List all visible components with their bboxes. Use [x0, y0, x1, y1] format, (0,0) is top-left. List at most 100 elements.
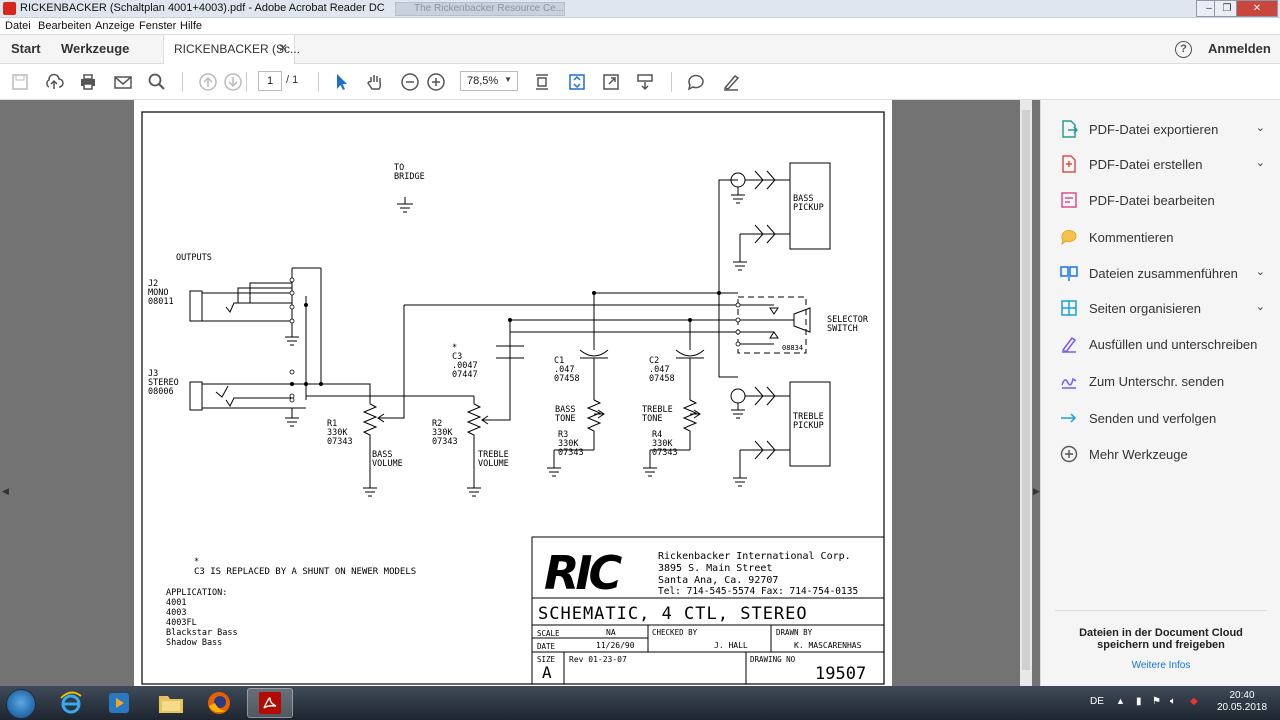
- c3-shunt-note: C3 IS REPLACED BY A SHUNT ON NEWER MODEL…: [194, 567, 416, 577]
- fill-sign-item[interactable]: Ausfüllen und unterschreiben: [1059, 332, 1277, 356]
- zoom-out-icon[interactable]: [399, 71, 421, 93]
- tab-start[interactable]: Start: [11, 41, 41, 56]
- j3-label: J3 STEREO 08006: [148, 369, 179, 397]
- drawn-by-value: K. MASCARENHAS: [794, 641, 862, 650]
- schematic-drawing: TO BRIDGE OUTPUTS J2 MONO 08011 J3 STEREO 080…: [141, 111, 885, 685]
- comment-tool-icon[interactable]: [685, 71, 707, 93]
- edit-pdf-icon: [1059, 191, 1079, 209]
- export-pdf-item[interactable]: PDF-Datei exportieren ⌄: [1059, 117, 1277, 141]
- company-address: Rickenbacker International Corp. 3895 S.…: [658, 551, 858, 597]
- chevron-down-icon[interactable]: ⌄: [1256, 300, 1265, 313]
- select-cursor-icon[interactable]: [330, 71, 352, 93]
- comment-item[interactable]: Kommentieren: [1059, 225, 1277, 249]
- send-for-signature-item[interactable]: Zum Unterschr. senden: [1059, 369, 1277, 393]
- collapse-right-panel-icon[interactable]: ▶: [1033, 486, 1040, 497]
- language-indicator[interactable]: DE: [1090, 696, 1104, 707]
- search-icon[interactable]: [146, 71, 168, 93]
- toolbar-separator: [318, 72, 319, 92]
- page-number-input[interactable]: 1: [258, 71, 282, 91]
- zoom-level-dropdown[interactable]: 78,5% ▼: [460, 71, 518, 91]
- menu-anzeige[interactable]: Anzeige: [95, 20, 135, 32]
- fit-page-icon[interactable]: [531, 71, 553, 93]
- scale-label: SCALE: [537, 629, 560, 638]
- to-bridge-label: TO BRIDGE: [394, 163, 425, 182]
- show-hidden-icons-icon[interactable]: ▲: [1116, 696, 1125, 706]
- hand-tool-icon[interactable]: [364, 71, 386, 93]
- selector-part-label: 08834: [782, 344, 803, 352]
- combine-files-item[interactable]: Dateien zusammenführen ⌄: [1059, 261, 1277, 285]
- page-total: / 1: [286, 74, 299, 86]
- edit-pdf-item[interactable]: PDF-Datei bearbeiten: [1059, 188, 1277, 212]
- c2-label: C2.047 07458: [649, 356, 675, 384]
- chevron-down-icon[interactable]: ⌄: [1256, 156, 1265, 169]
- scale-value: NA: [606, 628, 616, 637]
- tab-document[interactable]: RICKENBACKER (Sc... ✕: [163, 35, 300, 64]
- checked-by-label: CHECKED BY: [652, 628, 698, 637]
- volume-icon[interactable]: 🔈︎: [1170, 696, 1176, 707]
- clock-time: 20:40: [1229, 690, 1255, 701]
- print-icon[interactable]: [77, 71, 99, 93]
- next-page-icon[interactable]: [222, 71, 244, 93]
- firefox-icon[interactable]: [196, 688, 242, 718]
- comment-label: Kommentieren: [1089, 229, 1174, 245]
- acrobat-taskbar-icon[interactable]: [247, 688, 293, 718]
- windows-start-button[interactable]: [6, 689, 36, 719]
- menu-fenster[interactable]: Fenster: [139, 20, 176, 32]
- antivirus-icon[interactable]: ◆: [1190, 696, 1198, 707]
- chevron-down-icon[interactable]: ⌄: [1256, 265, 1265, 278]
- drawing-no-label: DRAWING NO: [750, 655, 796, 664]
- more-info-link[interactable]: Weitere Infos: [1041, 660, 1280, 671]
- file-explorer-icon[interactable]: [148, 688, 194, 718]
- menu-hilfe[interactable]: Hilfe: [180, 20, 202, 32]
- bass-pickup-label: BASS PICKUP: [793, 194, 824, 213]
- treble-pickup-label: TREBLE PICKUP: [793, 412, 824, 431]
- system-clock[interactable]: 20:40 20.05.2018: [1212, 690, 1272, 714]
- scrollbar-thumb[interactable]: [1022, 110, 1030, 670]
- drawn-by-label: DRAWN BY: [776, 628, 813, 637]
- close-window-button[interactable]: ✕: [1236, 0, 1278, 17]
- send-track-label: Senden und verfolgen: [1089, 410, 1217, 426]
- full-screen-icon[interactable]: [600, 71, 622, 93]
- menu-bar: Datei Bearbeiten Anzeige Fenster Hilfe: [0, 18, 1280, 35]
- export-pdf-label: PDF-Datei exportieren: [1089, 121, 1219, 137]
- highlight-tool-icon[interactable]: [720, 71, 742, 93]
- expand-left-icon[interactable]: ◀: [2, 486, 9, 497]
- menu-bearbeiten[interactable]: Bearbeiten: [38, 20, 91, 32]
- internet-explorer-icon[interactable]: [48, 688, 94, 718]
- fill-sign-label: Ausfüllen und unterschreiben: [1089, 336, 1258, 352]
- upload-cloud-icon[interactable]: [43, 71, 65, 93]
- more-tools-label: Mehr Werkzeuge: [1089, 446, 1188, 462]
- tab-tools[interactable]: Werkzeuge: [61, 41, 129, 56]
- create-pdf-item[interactable]: PDF-Datei erstellen ⌄: [1059, 152, 1277, 176]
- flag-icon[interactable]: ⚑: [1152, 696, 1161, 707]
- network-icon[interactable]: ▮: [1136, 696, 1142, 707]
- treble-volume-label: TREBLE VOLUME: [478, 450, 509, 469]
- selector-switch-label: SELECTOR SWITCH: [827, 315, 869, 334]
- read-mode-icon[interactable]: [634, 71, 656, 93]
- treble-tone-label: TREBLE TONE: [642, 405, 673, 424]
- zoom-in-icon[interactable]: [425, 71, 447, 93]
- tab-bar: Start Werkzeuge RICKENBACKER (Sc... ✕ ? …: [0, 35, 1280, 64]
- scroll-mode-icon[interactable]: [566, 71, 588, 93]
- vertical-scrollbar[interactable]: [1020, 100, 1032, 686]
- bass-tone-label: BASS TONE: [555, 405, 575, 424]
- chevron-down-icon[interactable]: ⌄: [1256, 121, 1265, 134]
- save-icon[interactable]: [9, 71, 31, 93]
- background-window-tab[interactable]: The Rickenbacker Resource Ce...: [395, 2, 565, 16]
- more-tools-item[interactable]: Mehr Werkzeuge: [1059, 442, 1277, 466]
- date-label: DATE: [537, 642, 556, 651]
- media-player-icon[interactable]: [96, 688, 142, 718]
- email-icon[interactable]: [112, 71, 134, 93]
- edit-pdf-label: PDF-Datei bearbeiten: [1089, 192, 1215, 208]
- menu-datei[interactable]: Datei: [5, 20, 31, 32]
- send-track-item[interactable]: Senden und verfolgen: [1059, 406, 1277, 430]
- close-tab-icon[interactable]: ✕: [278, 41, 288, 55]
- sign-in-button[interactable]: Anmelden: [1208, 41, 1271, 56]
- revision: Rev 01-23-07: [569, 655, 627, 664]
- organize-pages-item[interactable]: Seiten organisieren ⌄: [1059, 296, 1277, 320]
- send-for-signature-label: Zum Unterschr. senden: [1089, 373, 1225, 389]
- application-list: APPLICATION: 4001 4003 4003FL Blackstar …: [166, 588, 243, 648]
- prev-page-icon[interactable]: [197, 71, 219, 93]
- toolbar-separator: [671, 72, 672, 92]
- help-icon[interactable]: ?: [1175, 41, 1192, 58]
